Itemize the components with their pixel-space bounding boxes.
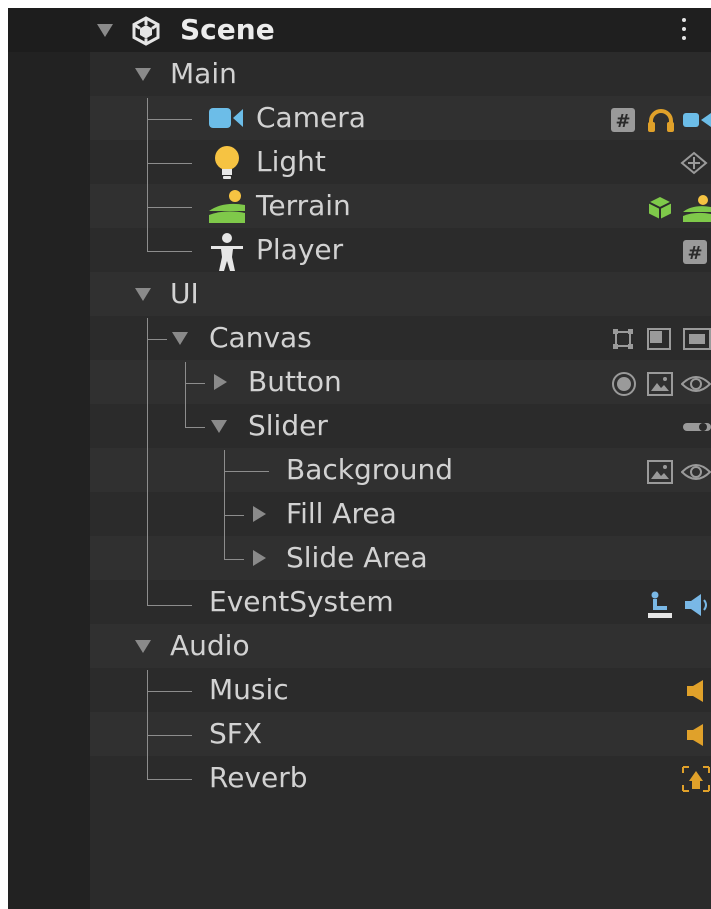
tree-line-audio [147, 670, 148, 780]
image-icon[interactable] [647, 372, 673, 396]
light-bulb-icon [215, 146, 239, 179]
unity-scene-icon [132, 16, 160, 46]
light-label: Light [256, 145, 326, 178]
button-icon[interactable] [612, 372, 636, 396]
player-label: Player [256, 233, 344, 266]
scene-header[interactable]: Scene [8, 8, 711, 52]
row-light[interactable] [90, 140, 711, 184]
input-module-icon[interactable] [683, 593, 711, 617]
audio-source-icon[interactable] [685, 724, 709, 746]
terrain-label: Terrain [256, 189, 351, 222]
player-humanoid-icon [211, 233, 243, 271]
graphic-raycaster-icon[interactable] [683, 328, 711, 350]
camera-component-icon[interactable] [683, 112, 711, 128]
fill-area-expand-arrow-icon[interactable] [253, 506, 266, 522]
hierarchy-panel: Scene Main Camera # Light Terrain Player… [8, 8, 711, 909]
eye-icon[interactable] [681, 460, 711, 484]
reverb-label: Reverb [209, 761, 308, 794]
row-music[interactable] [90, 668, 711, 712]
main-expand-arrow-icon[interactable] [135, 68, 151, 81]
script-icon[interactable]: # [683, 240, 707, 264]
sfx-label: SFX [209, 717, 263, 750]
scene-expand-arrow-icon[interactable] [97, 24, 113, 37]
tree-branch [147, 779, 192, 780]
camera-label: Camera [256, 101, 366, 134]
script-icon[interactable]: # [611, 108, 635, 132]
headphones-icon[interactable] [647, 108, 675, 132]
row-fill-area[interactable] [90, 492, 711, 536]
row-eventsystem[interactable] [90, 580, 711, 624]
tree-branch [147, 605, 192, 606]
terrain-icon [209, 190, 245, 223]
scene-title: Scene [180, 13, 275, 46]
hierarchy-gutter [8, 52, 90, 909]
canvas-label: Canvas [209, 321, 312, 354]
reverb-zone-icon[interactable] [681, 765, 711, 793]
tree-branch [147, 119, 192, 120]
tree-line-ui [147, 318, 148, 606]
terrain-component-icon[interactable] [683, 194, 711, 222]
tree-branch [147, 207, 192, 208]
ui-expand-arrow-icon[interactable] [135, 288, 151, 301]
group-ui-label: UI [170, 277, 199, 310]
slide-area-expand-arrow-icon[interactable] [253, 550, 266, 566]
group-audio-label: Audio [170, 629, 250, 662]
tree-branch [224, 515, 244, 516]
button-expand-arrow-icon[interactable] [214, 374, 227, 390]
cube-icon[interactable] [648, 196, 672, 220]
tree-line-canvas [185, 362, 186, 428]
tree-branch [224, 471, 269, 472]
tree-branch [147, 251, 192, 252]
fill-area-label: Fill Area [286, 497, 397, 530]
eye-icon[interactable] [681, 372, 711, 396]
slide-area-label: Slide Area [286, 541, 428, 574]
svg-text:#: # [687, 243, 702, 264]
tree-branch [224, 559, 244, 560]
tree-branch [147, 691, 192, 692]
canvas-scaler-icon[interactable] [647, 328, 671, 350]
tree-branch [185, 427, 205, 428]
tree-branch [147, 339, 167, 340]
tree-branch [147, 735, 192, 736]
music-label: Music [209, 673, 289, 706]
eventsystem-label: EventSystem [209, 585, 394, 618]
row-slider[interactable] [90, 404, 711, 448]
image-icon[interactable] [647, 460, 673, 484]
slider-expand-arrow-icon[interactable] [211, 420, 227, 433]
background-label: Background [286, 453, 454, 486]
slider-label: Slider [248, 409, 328, 442]
row-reverb[interactable] [90, 756, 711, 800]
camera-icon [209, 108, 243, 128]
tree-line-main [147, 98, 148, 252]
canvas-expand-arrow-icon[interactable] [172, 332, 188, 345]
rect-transform-icon[interactable] [612, 328, 634, 350]
tree-branch [147, 163, 192, 164]
group-main-label: Main [170, 57, 237, 90]
slider-icon[interactable] [683, 421, 711, 433]
audio-source-icon[interactable] [685, 680, 709, 702]
audio-expand-arrow-icon[interactable] [135, 640, 151, 653]
event-system-icon[interactable] [648, 591, 672, 619]
tree-branch [185, 383, 205, 384]
row-player[interactable] [90, 228, 711, 272]
kebab-menu-icon[interactable] [680, 18, 688, 44]
row-sfx[interactable] [90, 712, 711, 756]
light-direction-icon[interactable] [680, 151, 708, 175]
button-label: Button [248, 365, 342, 398]
tree-line-slider [224, 450, 225, 560]
svg-text:#: # [615, 111, 630, 132]
row-terrain[interactable] [90, 184, 711, 228]
